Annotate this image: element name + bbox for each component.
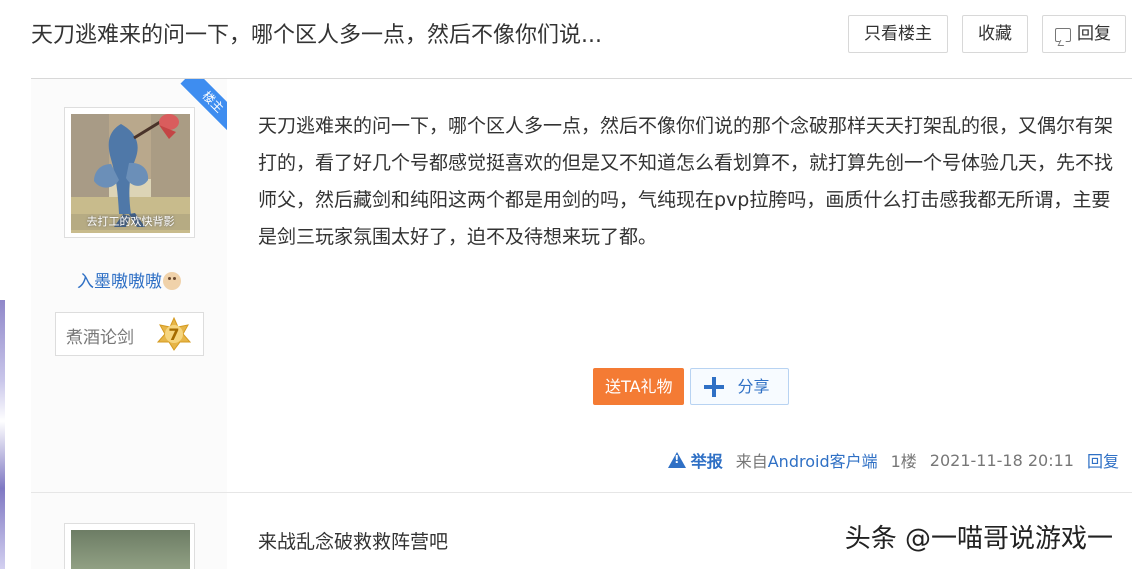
post-reply-link[interactable]: 回复 <box>1087 448 1119 472</box>
next-post-cut-off-text <box>258 559 548 567</box>
gift-button[interactable]: 送TA礼物 <box>593 368 685 405</box>
author-name-text: 入墨嗷嗷嗷 <box>77 272 162 292</box>
thread-title: 天刀逃难来的问一下，哪个区人多一点，然后不像你们说... <box>31 23 602 48</box>
report-link[interactable]: 举报 <box>667 448 723 472</box>
next-author-avatar[interactable] <box>64 523 195 569</box>
star-badge-icon: 7 <box>156 316 192 351</box>
warning-icon <box>667 452 686 468</box>
comment-icon <box>1055 27 1071 42</box>
gift-button-label: 送TA礼物 <box>605 377 673 396</box>
source-link[interactable]: Android客户端 <box>768 452 878 471</box>
plus-icon <box>703 376 725 398</box>
next-avatar-image <box>71 530 190 569</box>
author-avatar[interactable]: 去打工的欢快背影 <box>64 107 195 238</box>
post-meta: 举报 来自Android客户端 1楼 2021-11-18 20:11 回复 <box>667 448 1119 472</box>
next-author-sidebar <box>31 493 227 569</box>
dog-face-emoji-icon <box>163 272 181 290</box>
post-content: 天刀逃难来的问一下，哪个区人多一点，然后不像你们说的那个念破那样天天打架乱的很，… <box>258 115 1114 248</box>
report-label: 举报 <box>690 452 723 471</box>
user-level-badge[interactable]: 煮酒论剑 7 <box>55 312 204 356</box>
favorite-label: 收藏 <box>978 24 1012 44</box>
level-number: 7 <box>168 325 180 344</box>
share-button-label: 分享 <box>737 377 770 396</box>
post-date: 2021-11-18 20:11 <box>929 450 1074 470</box>
author-name[interactable]: 入墨嗷嗷嗷 <box>31 267 227 292</box>
thread-header: 天刀逃难来的问一下，哪个区人多一点，然后不像你们说... 只看楼主 收藏 回复 <box>31 0 1132 79</box>
reply-label: 回复 <box>1077 24 1111 44</box>
only-op-button[interactable]: 只看楼主 <box>848 15 948 53</box>
source-text: 来自Android客户端 <box>736 448 878 472</box>
only-op-label: 只看楼主 <box>864 24 932 44</box>
watermark: 头条 @一喵哥说游戏一 <box>844 524 1113 554</box>
reply-button[interactable]: 回复 <box>1042 15 1126 53</box>
left-edge-image-strip <box>0 300 5 569</box>
author-sidebar: 楼主 去打工的欢快背影 入墨嗷嗷嗷 煮酒论剑 7 <box>31 79 227 492</box>
forum-thread-page: 天刀逃难来的问一下，哪个区人多一点，然后不像你们说... 只看楼主 收藏 回复 … <box>0 0 1132 569</box>
header-actions: 只看楼主 收藏 回复 <box>848 15 1126 53</box>
post-floor-1: 楼主 去打工的欢快背影 入墨嗷嗷嗷 煮酒论剑 7 天刀逃难来的问一下，哪个区人多… <box>31 79 1132 493</box>
next-post-content: 来战乱念破救救阵营吧 <box>258 531 449 553</box>
avatar-image: 去打工的欢快背影 <box>71 114 190 233</box>
share-button[interactable]: 分享 <box>690 368 789 405</box>
level-title: 煮酒论剑 <box>66 328 134 348</box>
floor-number: 1楼 <box>890 452 917 471</box>
source-prefix: 来自 <box>735 452 768 471</box>
favorite-button[interactable]: 收藏 <box>962 15 1028 53</box>
avatar-caption: 去打工的欢快背影 <box>71 214 190 230</box>
post-actions: 送TA礼物 分享 <box>593 368 789 405</box>
